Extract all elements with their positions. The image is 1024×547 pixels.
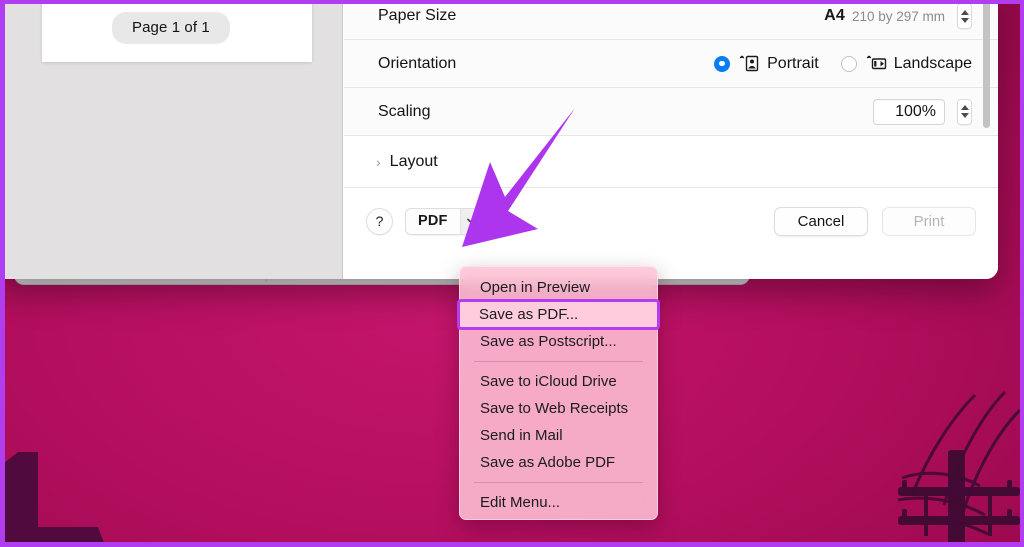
disclosure-layout[interactable]: › Layout: [344, 136, 998, 188]
pdf-button-label: PDF: [418, 213, 448, 229]
stepper-up-icon[interactable]: [960, 105, 969, 110]
paper-size-dimensions: 210 by 297 mm: [851, 8, 945, 24]
stepper-down-icon[interactable]: [960, 17, 969, 23]
print-dialog: Page 1 of 1 Paper Size A4 210 by 297 mm …: [0, 0, 998, 279]
dialog-action-bar: ? PDF Cancel Print: [344, 188, 998, 254]
stepper-down-icon[interactable]: [960, 113, 969, 118]
setting-row-paper-size[interactable]: Paper Size A4 210 by 297 mm: [344, 0, 998, 40]
layout-label: Layout: [389, 152, 438, 170]
menu-item-save-to-web-receipts[interactable]: Save to Web Receipts: [460, 395, 657, 422]
landscape-page-icon: [866, 55, 887, 72]
orientation-option-portrait[interactable]: Portrait: [714, 55, 819, 73]
scaling-stepper[interactable]: [957, 98, 972, 125]
pdf-dropdown-menu: Open in Preview Save as PDF... Save as P…: [457, 266, 660, 520]
setting-row-orientation: Orientation Portrait Landscape: [344, 40, 998, 88]
help-button[interactable]: ?: [366, 207, 393, 235]
scaling-label: Scaling: [378, 102, 431, 120]
scaling-input[interactable]: 100%: [873, 98, 945, 125]
orientation-option-landscape[interactable]: Landscape: [840, 54, 972, 73]
stepper-up-icon[interactable]: [960, 9, 969, 15]
print-settings-pane: Paper Size A4 210 by 297 mm Orientation: [344, 0, 998, 279]
chevron-down-icon[interactable]: [459, 208, 485, 234]
paper-size-label: Paper Size: [378, 7, 457, 24]
menu-item-save-as-postscript[interactable]: Save as Postscript...: [460, 328, 657, 355]
dialog-scrollbar-track[interactable]: [983, 0, 990, 273]
chevron-right-icon[interactable]: ›: [376, 155, 381, 169]
page-indicator: Page 1 of 1: [112, 12, 230, 44]
menu-item-edit-menu[interactable]: Edit Menu...: [460, 489, 657, 516]
radio-portrait[interactable]: [714, 55, 731, 72]
landscape-label: Landscape: [893, 54, 972, 72]
radio-landscape[interactable]: [840, 55, 857, 72]
print-button: Print: [882, 206, 976, 236]
menu-item-send-in-mail[interactable]: Send in Mail: [460, 422, 657, 449]
portrait-page-icon: [739, 55, 760, 72]
menu-item-save-as-pdf[interactable]: Save as PDF...: [457, 299, 660, 330]
portrait-label: Portrait: [767, 54, 819, 72]
setting-row-scaling: Scaling 100%: [344, 88, 998, 136]
menu-item-save-to-icloud-drive[interactable]: Save to iCloud Drive: [460, 368, 657, 395]
menu-item-save-as-adobe-pdf[interactable]: Save as Adobe PDF: [460, 449, 657, 476]
paper-size-value: A4: [824, 7, 845, 24]
dialog-scrollbar-thumb[interactable]: [983, 0, 990, 128]
menu-item-open-in-preview[interactable]: Open in Preview: [460, 274, 657, 301]
orientation-label: Orientation: [378, 54, 457, 72]
cancel-button[interactable]: Cancel: [774, 206, 868, 236]
print-preview-pane: Page 1 of 1: [0, 0, 343, 279]
paper-size-stepper[interactable]: [957, 3, 972, 29]
menu-separator: [474, 482, 643, 483]
menu-separator: [474, 361, 643, 362]
pdf-dropdown-button[interactable]: PDF: [405, 207, 486, 235]
